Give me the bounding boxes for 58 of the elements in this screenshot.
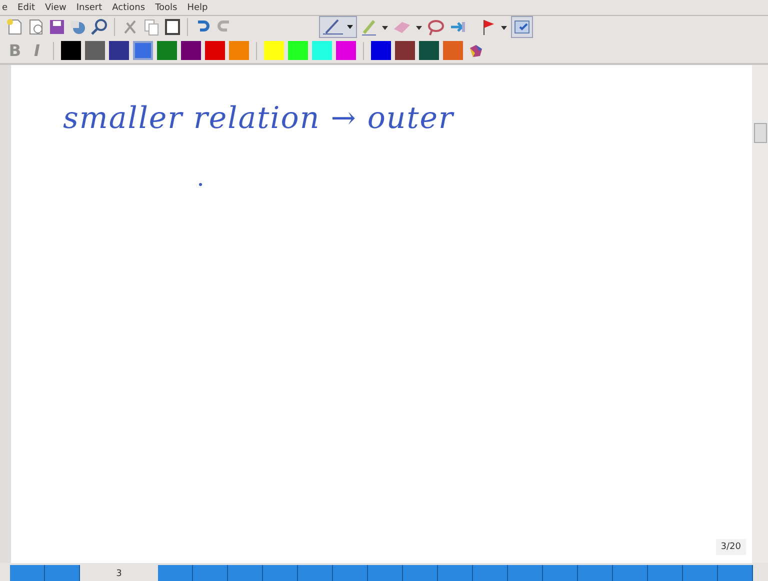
page-tab[interactable] [718,565,753,581]
search-icon[interactable] [90,18,108,36]
page-number: 3/20 [716,539,746,555]
ink-dot [199,183,202,186]
menu-item[interactable]: View [44,2,66,12]
color-swatch[interactable] [371,41,391,60]
menu-item[interactable]: Help [187,2,208,12]
color-swatch[interactable] [229,41,249,60]
menu-item[interactable]: e [2,2,8,12]
menu-item[interactable]: Actions [112,2,146,12]
new-page-icon[interactable] [6,18,24,36]
page-tab[interactable] [648,565,683,581]
open-icon[interactable] [27,18,45,36]
page-tab[interactable] [578,565,613,581]
color-swatch[interactable] [181,41,201,60]
menu-item[interactable]: Edit [18,2,35,12]
color-swatch[interactable] [205,41,225,60]
page-tab[interactable] [403,565,438,581]
page-tab[interactable] [473,565,508,581]
pen-icon[interactable] [319,16,357,38]
page-tab[interactable] [543,565,578,581]
page-tab[interactable] [193,565,228,581]
scrollbar[interactable] [752,65,768,563]
save-icon[interactable] [48,18,66,36]
menu-item[interactable]: Insert [76,2,102,12]
view-icon[interactable] [511,16,533,38]
paste-icon[interactable] [163,18,181,36]
page-tab[interactable] [10,565,45,581]
page-tab[interactable]: 3 [80,565,158,581]
page-tab[interactable] [613,565,648,581]
color-swatch[interactable] [312,41,332,60]
color-swatch[interactable] [288,41,308,60]
handwritten-text: smaller relation → outer [62,100,456,136]
page-tab[interactable] [368,565,403,581]
color-swatch[interactable] [85,41,105,60]
color-swatch[interactable] [264,41,284,60]
page-tab[interactable] [683,565,718,581]
page-tab[interactable] [508,565,543,581]
color-swatch[interactable] [109,41,129,60]
page-tab[interactable] [298,565,333,581]
page-tab[interactable] [228,565,263,581]
color-swatch[interactable] [419,41,439,60]
page-tab[interactable] [333,565,368,581]
color-swatch[interactable] [395,41,415,60]
globe-icon[interactable] [69,18,87,36]
color-swatch[interactable] [157,41,177,60]
color-swatch[interactable] [443,41,463,60]
page-tab[interactable] [438,565,473,581]
color-swatch[interactable] [61,41,81,60]
page-tab[interactable] [45,565,80,581]
scroll-thumb[interactable] [754,123,767,143]
page-tab[interactable] [263,565,298,581]
color-swatch[interactable] [336,41,356,60]
lasso-icon[interactable] [426,18,446,36]
page-tab[interactable] [158,565,193,581]
highlighter-icon[interactable] [360,18,378,36]
menu-item[interactable]: Tools [155,2,178,12]
color-swatch[interactable] [133,41,153,60]
